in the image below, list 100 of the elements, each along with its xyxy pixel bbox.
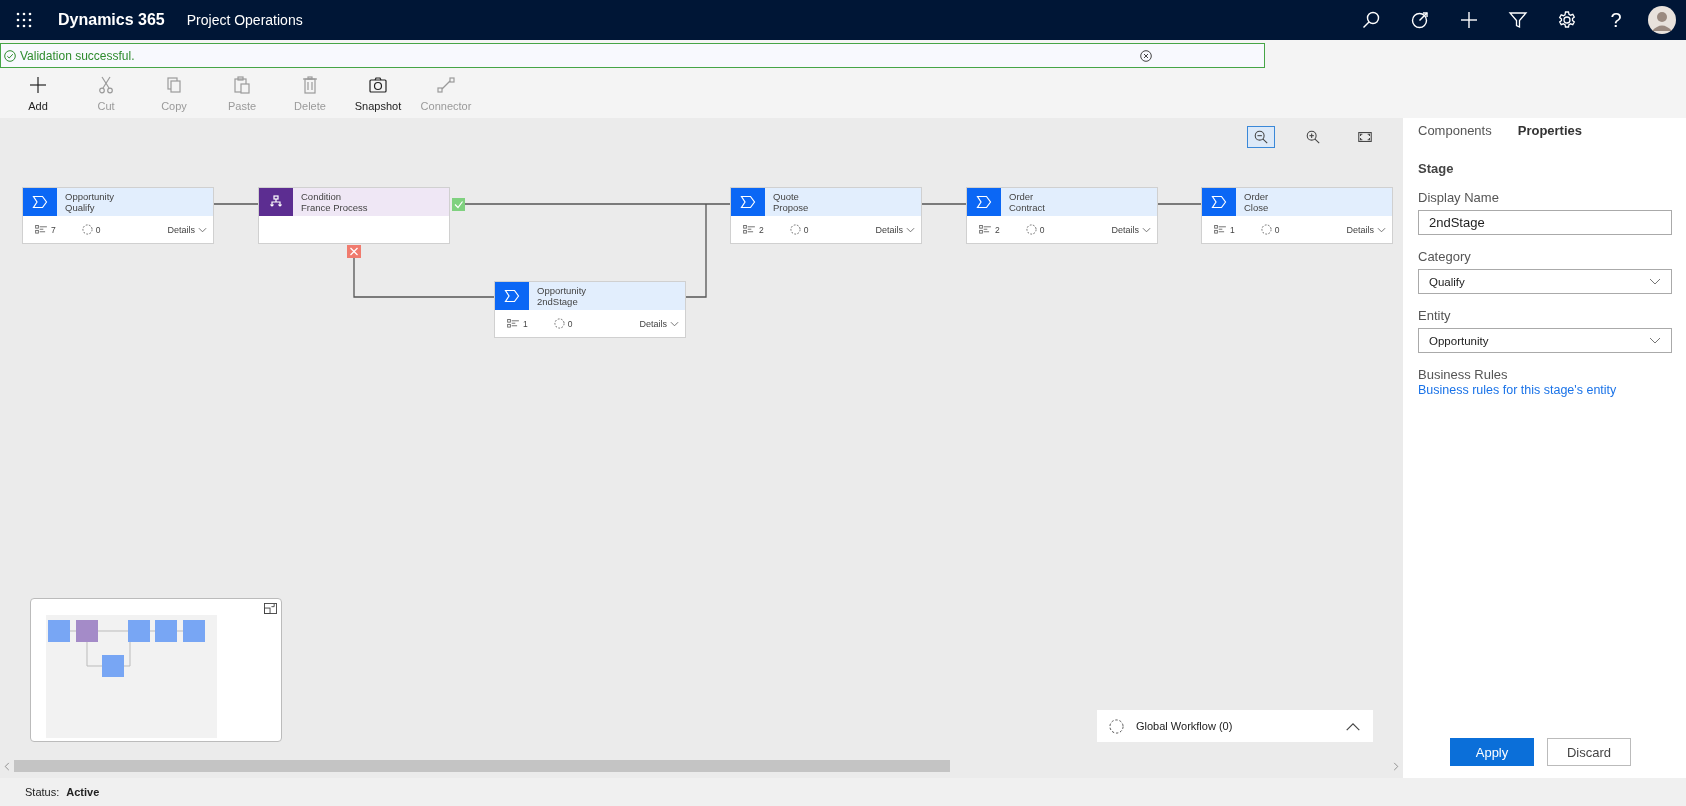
app-launcher-icon[interactable] [16,12,32,28]
search-icon[interactable] [1361,10,1381,30]
collapse-chevron-icon[interactable] [1345,721,1361,731]
chevron-down-icon [670,320,679,327]
details-toggle[interactable]: Details [167,224,207,235]
steps-count: 1 [1230,224,1235,235]
zoom-in-icon [1305,129,1321,145]
zoom-out-button[interactable] [1247,126,1275,148]
dropdown-field[interactable]: Qualify [1418,269,1672,294]
process-node[interactable]: Order Close 1 0 Details [1201,187,1393,244]
settings-icon[interactable] [1557,10,1577,30]
global-workflow-panel[interactable]: Global Workflow (0) [1097,710,1373,742]
business-rules-link[interactable]: Business rules for this stage's entity [1418,383,1672,397]
chevron-down-icon [1377,226,1386,233]
global-workflow-label: Global Workflow (0) [1136,720,1233,732]
connector-line [1156,203,1202,205]
chevron-down-icon [1142,226,1151,233]
plus-icon[interactable] [1459,10,1479,30]
field-label: Category [1418,249,1472,264]
copy-icon [164,74,184,95]
field-label: Entity [1418,308,1452,323]
chevron-down-icon [198,226,207,233]
dashed-circle-icon [789,224,801,235]
steps-list-icon [507,319,520,328]
workflow-count: 0 [1039,224,1045,235]
steps-count: 7 [51,224,56,235]
section-heading: Stage [1418,161,1455,176]
app-area-title: Project Operations [186,12,303,28]
chevron-down-icon [1649,278,1661,285]
node-title: Order Contract [1008,190,1045,215]
filter-icon[interactable] [1508,10,1528,30]
notification-message: Validation successful. [20,48,135,63]
minimap-drawing[interactable] [46,615,217,738]
field-label: Business Rules [1418,367,1509,382]
steps-list-icon [979,225,992,234]
steps-count: 2 [995,224,1000,235]
dropdown-field[interactable]: Opportunity [1418,328,1672,353]
status-label: Status: [25,786,60,798]
field-label: Display Name [1418,190,1500,205]
chevron-icon [32,195,48,209]
chevron-down-icon [906,226,915,233]
fit-screen-icon [1357,129,1373,145]
process-node[interactable]: Condition France Process [258,187,450,244]
steps-count: 2 [759,224,764,235]
user-avatar[interactable] [1648,6,1676,34]
workflow-count: 0 [803,224,809,235]
steps-list-icon [35,225,48,234]
connector-icon [436,74,456,95]
toolbar-button[interactable]: Add [4,68,72,118]
scissors-icon [96,74,116,95]
expand-icon[interactable] [264,603,277,614]
status-value: Active [66,786,100,798]
process-node[interactable]: Quote Propose 2 0 Details [730,187,922,244]
toolbar-button[interactable]: Snapshot [344,68,412,118]
process-node[interactable]: Opportunity Qualify 7 0 Details [22,187,214,244]
close-icon[interactable] [1140,49,1152,62]
branch-icon [269,195,283,209]
check-circle-icon [4,49,16,62]
zoom-out-icon [1253,129,1269,145]
chevron-icon [504,289,520,303]
apply-button[interactable]: Apply [1450,738,1534,766]
chevron-icon [740,195,756,209]
details-toggle[interactable]: Details [1346,224,1386,235]
connector-line [921,203,967,205]
trash-icon [300,74,320,95]
workflow-count: 0 [567,318,573,329]
workflow-count: 0 [95,224,101,235]
help-icon[interactable]: ? [1606,10,1626,30]
discard-button[interactable]: Discard [1547,738,1631,766]
node-title: Opportunity Qualify [64,190,115,215]
panel-tab[interactable]: Components [1418,123,1492,138]
chevron-icon [1211,195,1227,209]
connector-line [213,203,259,205]
process-node[interactable]: Order Contract 2 0 Details [966,187,1158,244]
dashed-circle-icon [1025,224,1037,235]
chevron-down-icon [1649,337,1661,344]
clipboard-icon [232,74,252,95]
node-title: Quote Propose [772,190,809,215]
process-node[interactable]: Opportunity 2ndStage 1 0 Details [494,281,686,338]
true-branch-check-icon [452,198,465,211]
steps-list-icon [1214,225,1227,234]
dashed-circle-icon [81,224,93,235]
dashed-circle-icon [1109,718,1124,734]
chevron-icon [976,195,992,209]
plus-icon [28,74,48,95]
node-title: Condition France Process [300,190,368,215]
panel-tab[interactable]: Properties [1517,123,1583,138]
node-title: Opportunity 2ndStage [536,284,587,309]
details-toggle[interactable]: Details [639,318,679,329]
dashed-circle-icon [1260,224,1272,235]
node-title: Order Close [1243,190,1269,215]
app-name[interactable]: Dynamics 365 [58,11,165,29]
dashed-circle-icon [553,318,565,329]
scrollbar-thumb[interactable] [14,760,950,772]
details-toggle[interactable]: Details [1111,224,1151,235]
details-toggle[interactable]: Details [875,224,915,235]
workflow-count: 0 [1274,224,1280,235]
steps-count: 1 [523,318,528,329]
camera-icon [368,74,388,95]
display-name-field[interactable]: 2ndStage [1418,210,1672,235]
